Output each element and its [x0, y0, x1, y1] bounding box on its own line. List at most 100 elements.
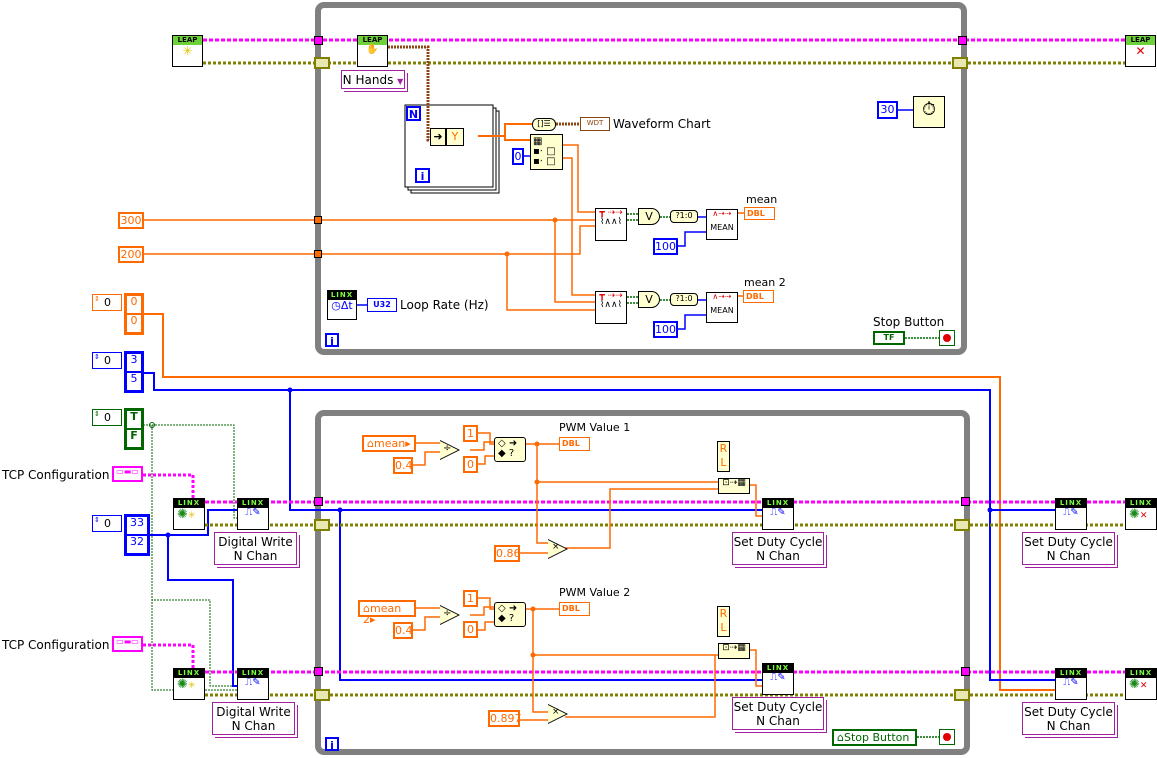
shift-register-error-left[interactable]	[314, 57, 330, 69]
scale-constant-1[interactable]: 0.86	[494, 545, 521, 562]
array-index-0[interactable]: ⇕ 0	[92, 294, 122, 311]
mean-indicator[interactable]: DBL	[744, 207, 775, 220]
array-index-1[interactable]: ⇕ 0	[92, 352, 122, 369]
set-duty-selector-2[interactable]: Set Duty Cycle N Chan	[732, 697, 824, 730]
unbundle-y-node[interactable]: Y	[446, 128, 464, 146]
mean-local-variable-1[interactable]: ⌂mean▸	[362, 435, 416, 452]
waveform-chart-terminal[interactable]: WDT	[580, 117, 610, 131]
array-index-2[interactable]: ⇕ 0	[92, 409, 122, 426]
divisor-constant-2[interactable]: 0.4	[393, 622, 413, 639]
wait-ms-constant[interactable]: 30	[877, 101, 898, 119]
set-duty-cycle-node-1[interactable]: LINX ⎍✎	[762, 498, 794, 530]
shift-register-error2-right[interactable]	[954, 689, 970, 701]
shift-register-linx1[interactable]	[314, 497, 323, 506]
array-element[interactable]: T	[127, 411, 141, 428]
mean2-indicator[interactable]: DBL	[743, 290, 774, 303]
stop-button-terminal[interactable]: TF	[873, 331, 905, 345]
zero-constant-1[interactable]: 0	[463, 456, 478, 473]
array-element[interactable]: 5	[127, 373, 141, 390]
index-array-node[interactable]: ▦ ▪⋅ □ ▪⋅ □	[530, 134, 563, 170]
leap-open-node[interactable]: LEAP ✳	[172, 35, 203, 67]
array-element[interactable]: 3	[127, 354, 141, 371]
shift-register-leap-right[interactable]	[958, 36, 967, 45]
digital-write-selector-1[interactable]: Digital Write N Chan	[214, 532, 297, 565]
set-duty-cycle-node-2[interactable]: LINX ⎍✎	[762, 663, 794, 695]
array-constant-0[interactable]: 0 0	[124, 293, 144, 335]
shift-register-error2-left[interactable]	[314, 689, 330, 701]
array-index-3[interactable]: ⇕ 0	[92, 515, 122, 532]
linx-open-1[interactable]: LINX ✺✳	[173, 498, 205, 530]
shift-register-linx2-right[interactable]	[961, 667, 970, 676]
bool-to-int-1[interactable]: ?1:0	[670, 210, 698, 223]
shift-register-linx1-right[interactable]	[961, 497, 970, 506]
array-element[interactable]: F	[127, 430, 141, 447]
shift-register-linx2[interactable]	[314, 667, 323, 676]
one-constant-1[interactable]: 1	[463, 425, 478, 442]
constant-200[interactable]: 200	[118, 246, 144, 263]
shift-register-error1-left[interactable]	[314, 519, 330, 531]
set-duty-cycle-right-1[interactable]: LINX ⎍✎	[1055, 498, 1087, 530]
multiply-node-1[interactable]: ×	[548, 539, 568, 559]
zero-constant-2[interactable]: 0	[463, 621, 478, 638]
peak-detector-2[interactable]: ┳ ⇢⇢ ⌇∧∧⌇	[595, 291, 627, 324]
array-element[interactable]: 0	[127, 296, 141, 313]
build-array-node-1[interactable]: ⊡⇢▦	[718, 478, 750, 494]
or-gate-2[interactable]: V	[638, 291, 660, 308]
set-duty-selector-right-2[interactable]: Set Duty Cycle N Chan	[1022, 702, 1115, 735]
samples-constant-1[interactable]: 100	[653, 238, 678, 255]
array-element[interactable]: 0	[127, 315, 141, 332]
linx-close-1[interactable]: LINX ✺✕	[1125, 498, 1157, 530]
mean-node-2[interactable]: ∧⇢⇢ MEAN	[706, 292, 738, 323]
bool-to-int-2[interactable]: ?1:0	[670, 293, 698, 306]
or-gate-1[interactable]: V	[638, 208, 660, 225]
mean-node-1[interactable]: ∧⇢⇢ MEAN	[706, 209, 738, 240]
loop-condition-stop-icon[interactable]	[939, 330, 955, 346]
peak-detector-1[interactable]: ┳ ⇢⇢ ⌇∧∧⌇	[595, 208, 627, 241]
array-element[interactable]: 32	[127, 536, 147, 553]
shift-register-error-right[interactable]	[952, 57, 968, 69]
n-hands-ring[interactable]: N Hands ▼	[341, 70, 405, 89]
linx-close-2[interactable]: LINX ✺✕	[1125, 668, 1157, 700]
samples-constant-2[interactable]: 100	[653, 321, 678, 338]
tcp-config-2-control[interactable]: ▭▬▭	[112, 636, 143, 652]
leap-close-node[interactable]: LEAP ✕	[1125, 35, 1156, 67]
bottom-loop-condition[interactable]	[939, 729, 955, 745]
set-duty-selector-right-1[interactable]: Set Duty Cycle N Chan	[1022, 532, 1115, 565]
build-array-node-2[interactable]: ⊡⇢▦	[718, 643, 750, 659]
linx-loop-rate-node[interactable]: LINX ◷Δt	[327, 290, 357, 320]
array-constant-3[interactable]: 33 32	[124, 514, 150, 556]
index-constant[interactable]: 0	[512, 148, 524, 165]
build-waveform-node[interactable]: []☰	[532, 118, 556, 131]
set-duty-selector-1[interactable]: Set Duty Cycle N Chan	[732, 532, 824, 565]
linx-open-2[interactable]: LINX ✺✳	[173, 668, 205, 700]
shift-register-leap[interactable]	[314, 36, 323, 45]
multiply-node-2[interactable]: ×	[548, 704, 568, 724]
rl-string-constant-1[interactable]: RL	[717, 441, 730, 472]
wait-metronome-icon[interactable]: ⏱	[913, 96, 945, 128]
stop-button-local-variable[interactable]: ⌂Stop Button	[832, 729, 917, 746]
mean-local-variable-2[interactable]: ⌂mean 2▸	[358, 600, 416, 625]
divide-node-2[interactable]: ÷	[440, 605, 460, 625]
one-constant-2[interactable]: 1	[463, 590, 478, 607]
divide-node-1[interactable]: ÷	[440, 440, 460, 460]
array-constant-2[interactable]: T F	[124, 408, 144, 450]
digital-write-selector-2[interactable]: Digital Write N Chan	[212, 702, 295, 735]
leap-get-hands-node[interactable]: LEAP ✋	[357, 35, 388, 67]
pwm-value-indicator-1[interactable]: DBL	[559, 437, 590, 451]
bottom-while-loop-frame[interactable]	[315, 410, 970, 755]
shift-register-error1-right[interactable]	[954, 519, 970, 531]
rl-string-constant-2[interactable]: RL	[717, 606, 730, 637]
set-duty-cycle-right-2[interactable]: LINX ⎍✎	[1055, 668, 1087, 700]
loop-rate-indicator[interactable]: U32	[367, 298, 397, 312]
divisor-constant-1[interactable]: 0.4	[393, 457, 413, 474]
pwm-value-indicator-2[interactable]: DBL	[559, 602, 590, 616]
array-constant-1[interactable]: 3 5	[124, 351, 144, 393]
constant-300[interactable]: 300	[118, 212, 144, 229]
array-element[interactable]: 33	[127, 517, 147, 534]
select-node-2[interactable]: ◇ ➜ ◆ ?	[494, 602, 526, 627]
digital-write-node-2[interactable]: LINX ⎍✎	[237, 668, 269, 700]
scale-constant-2[interactable]: 0.897	[488, 710, 522, 727]
digital-write-node-1[interactable]: LINX ⎍✎	[237, 498, 269, 530]
tcp-config-1-control[interactable]: ▭▬▭	[112, 466, 143, 482]
select-node-1[interactable]: ◇ ➜ ◆ ?	[494, 437, 526, 462]
